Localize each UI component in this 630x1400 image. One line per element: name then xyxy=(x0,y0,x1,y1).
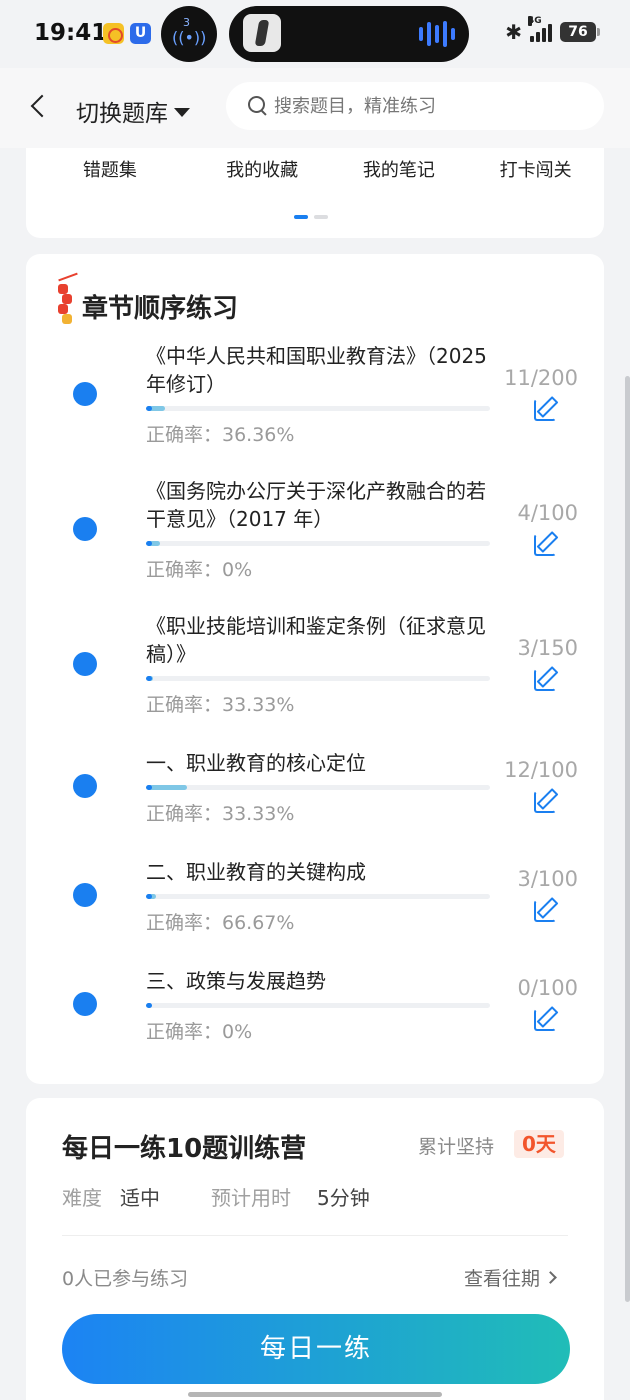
chapter-count: 12/100 xyxy=(504,758,578,782)
page-indicator xyxy=(294,215,328,219)
search-box[interactable] xyxy=(226,82,604,130)
chapter-dot xyxy=(73,883,97,907)
audio-wave-icon xyxy=(419,20,455,48)
chapter-progress-fill xyxy=(146,541,160,546)
caret-down-icon xyxy=(174,107,190,117)
chapter-count: 3/100 xyxy=(517,867,578,891)
chapter-count: 0/100 xyxy=(517,976,578,1000)
chapter-accuracy: 正确率：0% xyxy=(146,559,253,581)
estimated-time-value: 5分钟 xyxy=(317,1186,370,1210)
chapter-progress-fill xyxy=(146,1003,153,1008)
page: 19:41 U 3 ((•)) ✱ 4G 76 切换题库 搜索题目，精准练习 错… xyxy=(0,0,630,1400)
quick-nav-items: 错题集 我的收藏 我的笔记 打卡闯关 xyxy=(26,156,604,182)
switch-bank-label: 切换题库 xyxy=(76,101,168,127)
chapter-section-title: 章节顺序练习 xyxy=(82,294,239,324)
search-input[interactable] xyxy=(274,95,594,117)
chapter-accuracy: 正确率：33.33% xyxy=(146,803,295,825)
status-time: 19:41 xyxy=(34,20,108,46)
estimated-time-label: 预计用时 xyxy=(211,1186,291,1210)
page-dot-active xyxy=(294,215,308,219)
chapter-accuracy: 正确率：33.33% xyxy=(146,694,295,716)
bluetooth-icon: ✱ xyxy=(505,20,522,44)
chapter-item-title: 《中华人民共和国职业教育法》（2025 年修订） xyxy=(146,344,487,396)
chapter-accuracy: 正确率：36.36% xyxy=(146,424,295,446)
daily-practice-button[interactable]: 每日一练 xyxy=(62,1314,570,1384)
chapter-accuracy: 正确率：66.67% xyxy=(146,912,295,934)
switch-bank-dropdown[interactable]: 切换题库 xyxy=(76,94,190,128)
edit-icon[interactable] xyxy=(534,897,558,922)
notification-app-icon-u: U xyxy=(130,23,151,44)
chapter-progress-bar xyxy=(146,1003,490,1008)
scrollbar[interactable] xyxy=(625,376,630,1302)
streak-badge: 0天 xyxy=(514,1130,564,1158)
chapter-progress-bar xyxy=(146,676,490,681)
status-bar: 19:41 U 3 ((•)) ✱ 4G 76 xyxy=(0,0,630,68)
daily-camp-card: 每日一练10题训练营 累计坚持 0天 难度 适中 预计用时 5分钟 0人已参与练… xyxy=(26,1098,604,1400)
chapter-item-title: 二、职业教育的关键构成 xyxy=(146,860,366,884)
chevron-right-icon xyxy=(544,1271,557,1284)
edit-icon[interactable] xyxy=(534,666,558,691)
chapter-progress-bar xyxy=(146,894,490,899)
chapter-dot xyxy=(73,992,97,1016)
chapter-dot xyxy=(73,774,97,798)
streak-label: 累计坚持 xyxy=(418,1136,495,1158)
header: 切换题库 xyxy=(0,68,630,148)
chapter-practice-card: 章节顺序练习 《中华人民共和国职业教育法》（2025 年修订） 正确率：36.3… xyxy=(26,254,604,1084)
chapter-dot xyxy=(73,652,97,676)
difficulty-label: 难度 xyxy=(62,1186,102,1210)
signal-icon: 4G xyxy=(528,16,552,42)
edit-icon[interactable] xyxy=(534,788,558,813)
battery-icon: 76 xyxy=(560,22,600,42)
wireless-icon: ((•)) xyxy=(172,28,207,47)
daily-camp-title: 每日一练10题训练营 xyxy=(62,1134,307,1164)
chevron-left-icon[interactable] xyxy=(30,94,52,120)
chapter-item-title: 三、政策与发展趋势 xyxy=(146,969,326,993)
chapter-progress-fill xyxy=(146,406,165,411)
network-type: 4G xyxy=(528,16,542,26)
chapter-count: 4/100 xyxy=(517,501,578,525)
participants-count: 0人已参与练习 xyxy=(62,1268,189,1290)
edit-icon[interactable] xyxy=(534,396,558,421)
quick-nav-notes[interactable]: 我的笔记 xyxy=(330,156,467,182)
status-icons: ✱ 4G 76 xyxy=(505,16,600,44)
chapter-dot xyxy=(73,517,97,541)
divider xyxy=(62,1235,568,1236)
home-indicator[interactable] xyxy=(188,1392,442,1397)
chapter-progress-bar xyxy=(146,541,490,546)
quick-nav-favorites[interactable]: 我的收藏 xyxy=(194,156,331,182)
chapter-progress-fill xyxy=(146,785,188,790)
media-thumbnail xyxy=(243,14,281,52)
chapter-progress-bar xyxy=(146,406,490,411)
page-dot-inactive xyxy=(314,215,328,219)
chapter-item-title: 《国务院办公厅关于深化产教融合的若干意见》（2017 年） xyxy=(146,479,486,531)
edit-icon[interactable] xyxy=(534,1006,558,1031)
search-icon xyxy=(248,96,268,116)
chapter-progress-fill xyxy=(146,894,157,899)
quick-nav-checkin[interactable]: 打卡闯关 xyxy=(467,156,604,182)
chapter-item-title: 一、职业教育的核心定位 xyxy=(146,751,366,775)
quick-nav-wrong-questions[interactable]: 错题集 xyxy=(26,156,194,182)
chapter-dot xyxy=(73,382,97,406)
quick-nav-card: 错题集 我的收藏 我的笔记 打卡闯关 xyxy=(26,148,604,238)
chapter-progress-fill xyxy=(146,676,153,681)
chapter-count: 3/150 xyxy=(517,636,578,660)
chapter-item-title: 《职业技能培训和鉴定条例（征求意见稿）》 xyxy=(146,614,486,666)
chapter-progress-bar xyxy=(146,785,490,790)
firecracker-icon xyxy=(54,272,78,326)
difficulty-value: 适中 xyxy=(120,1186,160,1210)
chapter-accuracy: 正确率：0% xyxy=(146,1021,253,1043)
notification-app-icon xyxy=(103,23,124,44)
chapter-count: 11/200 xyxy=(504,366,578,390)
edit-icon[interactable] xyxy=(534,531,558,556)
view-history-link[interactable]: 查看往期 xyxy=(464,1264,557,1291)
view-history-label: 查看往期 xyxy=(464,1268,541,1290)
